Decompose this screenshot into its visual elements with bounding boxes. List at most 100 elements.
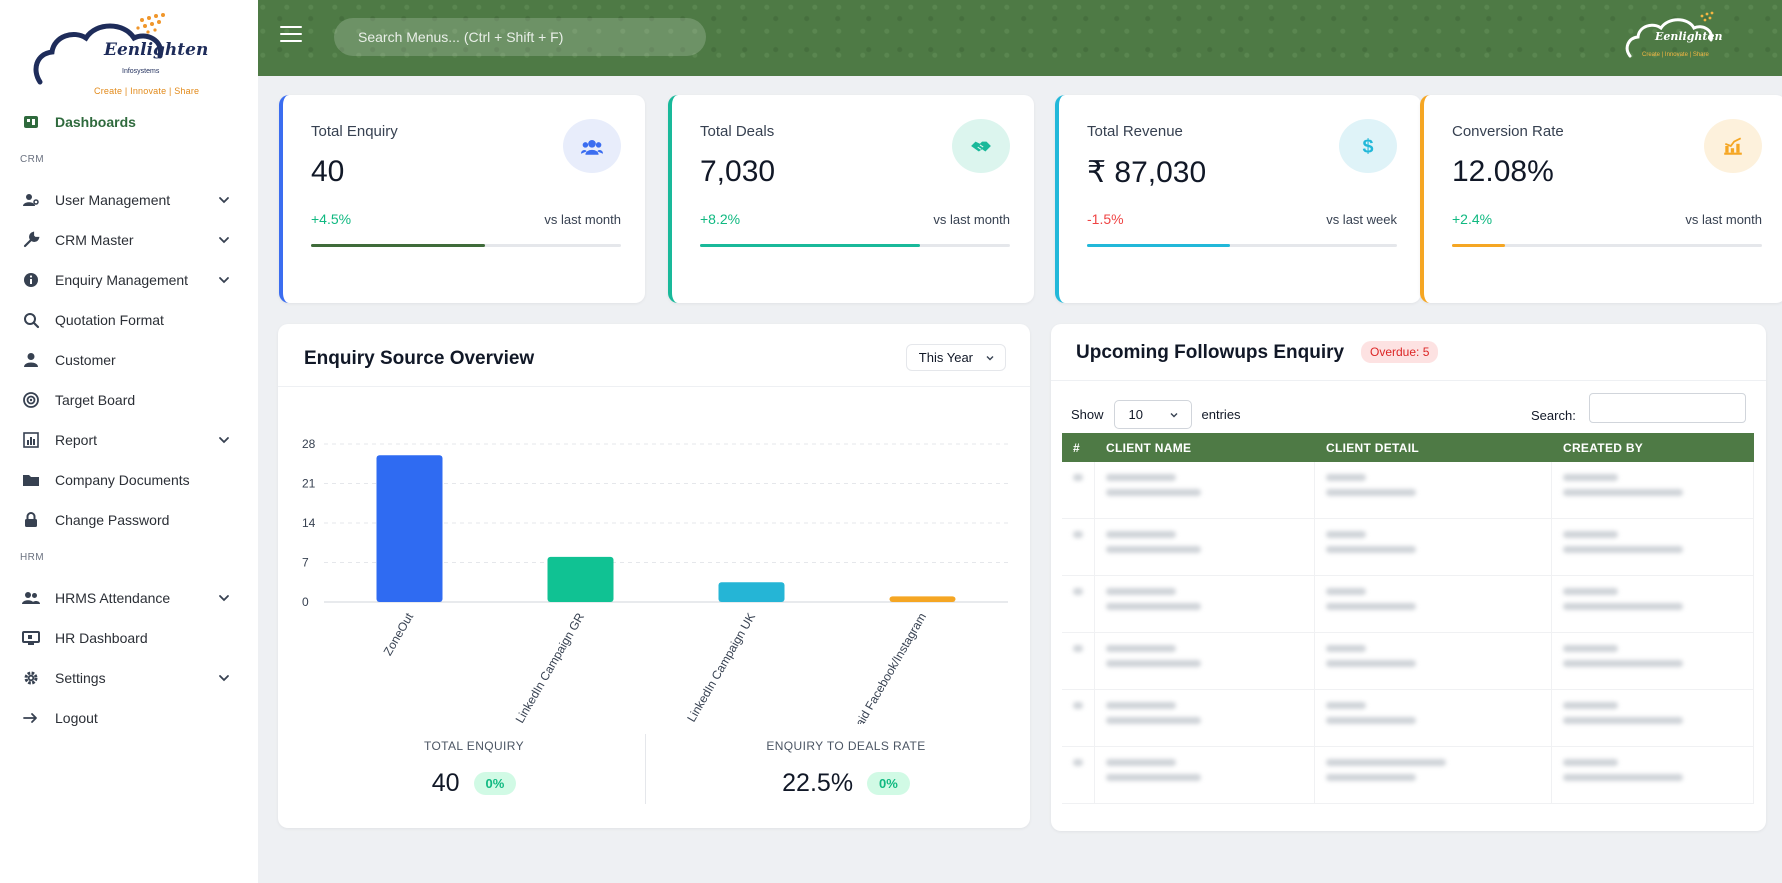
total-enquiry-change-badge: 0%: [473, 772, 517, 795]
chevron-down-icon: [219, 237, 229, 244]
sidebar-item-settings[interactable]: Settings: [0, 658, 258, 698]
stat-label: Total Deals: [700, 123, 775, 140]
row-index-cell: [1062, 690, 1095, 746]
stat-change: +4.5%: [311, 211, 352, 227]
table-search-input[interactable]: [1589, 393, 1746, 423]
stat-change: +8.2%: [700, 211, 741, 227]
sidebar: Eenlighten Infosystems Create | Innovate…: [0, 0, 258, 883]
sidebar-item-report[interactable]: Report: [0, 420, 258, 460]
table-row[interactable]: [1062, 633, 1754, 690]
sidebar-item-hrms-attendance[interactable]: HRMS Attendance: [0, 578, 258, 618]
stat-progress-bar: [1087, 244, 1397, 247]
client-detail-cell: [1315, 462, 1552, 518]
svg-text:$: $: [1362, 136, 1373, 157]
sidebar-item-logout[interactable]: Logout: [0, 698, 258, 738]
period-select[interactable]: This Year: [905, 344, 1006, 371]
sidebar-item-target-board[interactable]: Target Board: [0, 380, 258, 420]
row-index-cell: [1062, 462, 1095, 518]
page-length-select[interactable]: 10: [1113, 400, 1192, 429]
sidebar-item-customer[interactable]: Customer: [0, 340, 258, 380]
y-tick-label: 0: [302, 595, 309, 609]
sidebar-item-label: HRMS Attendance: [55, 590, 171, 606]
logout-icon: [22, 709, 40, 727]
brand-name: Eenlighten: [104, 40, 209, 60]
sidebar-item-change-password[interactable]: Change Password: [0, 500, 258, 540]
lock-icon: [22, 511, 40, 529]
bar-linkedin-campaign-gr[interactable]: [547, 556, 614, 602]
table-search-label: Search:: [1531, 408, 1576, 423]
sidebar-item-crm-master[interactable]: CRM Master: [0, 220, 258, 260]
y-tick-label: 7: [302, 556, 309, 570]
chevron-down-icon: [1170, 413, 1178, 418]
brand-logo[interactable]: Eenlighten Infosystems Create | Innovate…: [30, 10, 208, 96]
sidebar-item-hr-dashboard[interactable]: HR Dashboard: [0, 618, 258, 658]
stat-card-conversion-rate[interactable]: Conversion Rate 12.08% +2.4% vs last month: [1420, 95, 1782, 303]
stat-progress-bar: [1452, 244, 1762, 247]
y-tick-label: 28: [302, 437, 316, 451]
users-icon: [563, 119, 621, 173]
y-tick-label: 14: [302, 516, 316, 530]
menu-search-input[interactable]: [334, 18, 706, 56]
divider: [1051, 380, 1766, 381]
created-by-cell: [1552, 576, 1754, 632]
dollar-icon: $: [1339, 119, 1397, 173]
chevron-down-icon: [986, 356, 994, 361]
sidebar-item-quotation-format[interactable]: Quotation Format: [0, 300, 258, 340]
sidebar-item-enquiry-management[interactable]: Enquiry Management: [0, 260, 258, 300]
sidebar-item-label: Change Password: [55, 512, 170, 528]
stat-progress-bar: [700, 244, 1010, 247]
table-row[interactable]: [1062, 576, 1754, 633]
client-name-cell: [1095, 519, 1315, 575]
table-row[interactable]: [1062, 519, 1754, 576]
bar-junaid-facebook-instagram[interactable]: [889, 596, 956, 602]
bar-linkedin-campaign-uk[interactable]: [718, 582, 785, 602]
enquiry-to-deals-rate-stat: ENQUIRY TO DEALS RATE 22.5% 0%: [676, 739, 1016, 798]
stat-value: ₹ 87,030: [1087, 156, 1207, 189]
nav-section-crm: CRM: [20, 154, 44, 165]
menu-toggle-icon[interactable]: [280, 26, 302, 44]
stat-card-total-deals[interactable]: Total Deals 7,030 +8.2% vs last month: [668, 95, 1034, 303]
sidebar-item-label: HR Dashboard: [55, 630, 148, 646]
stat-compare: vs last month: [544, 212, 621, 227]
client-detail-cell: [1315, 519, 1552, 575]
sidebar-item-label: Customer: [55, 352, 116, 368]
column-header-created-by[interactable]: CREATED BY: [1552, 441, 1754, 455]
show-label: Show: [1071, 407, 1104, 422]
monitor-icon: [22, 629, 40, 647]
row-index-cell: [1062, 633, 1095, 689]
client-detail-cell: [1315, 576, 1552, 632]
table-row[interactable]: [1062, 690, 1754, 747]
sidebar-item-dashboards[interactable]: Dashboards: [0, 102, 258, 142]
bar-zoneout[interactable]: [376, 455, 443, 602]
table-row[interactable]: [1062, 462, 1754, 519]
y-tick-label: 21: [302, 477, 316, 491]
table-row[interactable]: [1062, 747, 1754, 804]
sidebar-item-company-documents[interactable]: Company Documents: [0, 460, 258, 500]
stat-card-total-enquiry[interactable]: Total Enquiry 40 +4.5% vs last month: [279, 95, 645, 303]
x-tick-label: ZoneOut: [381, 610, 417, 658]
x-tick-label: LinkedIn Campaign UK: [684, 611, 758, 725]
sidebar-item-label: User Management: [55, 192, 171, 208]
stat-value: 7,030: [700, 155, 776, 188]
table-header: # CLIENT NAME CLIENT DETAIL CREATED BY: [1062, 433, 1754, 462]
column-header-index[interactable]: #: [1062, 441, 1095, 455]
stat-progress-bar: [311, 244, 621, 247]
column-header-client-detail[interactable]: CLIENT DETAIL: [1315, 441, 1552, 455]
chevron-down-icon: [219, 437, 229, 444]
sidebar-item-label: Logout: [55, 710, 98, 726]
created-by-cell: [1552, 747, 1754, 803]
sidebar-item-user-management[interactable]: User Management: [0, 180, 258, 220]
column-header-client-name[interactable]: CLIENT NAME: [1095, 441, 1315, 455]
client-name-cell: [1095, 576, 1315, 632]
total-enquiry-stat: TOTAL ENQUIRY 40 0%: [304, 739, 644, 798]
rate-label: ENQUIRY TO DEALS RATE: [766, 739, 926, 753]
row-index-cell: [1062, 747, 1095, 803]
chevron-down-icon: [219, 197, 229, 204]
client-detail-cell: [1315, 747, 1552, 803]
sidebar-item-label: Enquiry Management: [55, 272, 189, 288]
created-by-cell: [1552, 519, 1754, 575]
divider: [645, 734, 646, 804]
rate-value: 22.5%: [782, 769, 854, 797]
stat-card-total-revenue[interactable]: Total Revenue ₹ 87,030 -1.5% vs last week $: [1055, 95, 1421, 303]
enquiry-source-bar-chart: 0 7 14 21 28 ZoneOut LinkedIn Campaign GR Linke…: [302, 437, 1008, 725]
